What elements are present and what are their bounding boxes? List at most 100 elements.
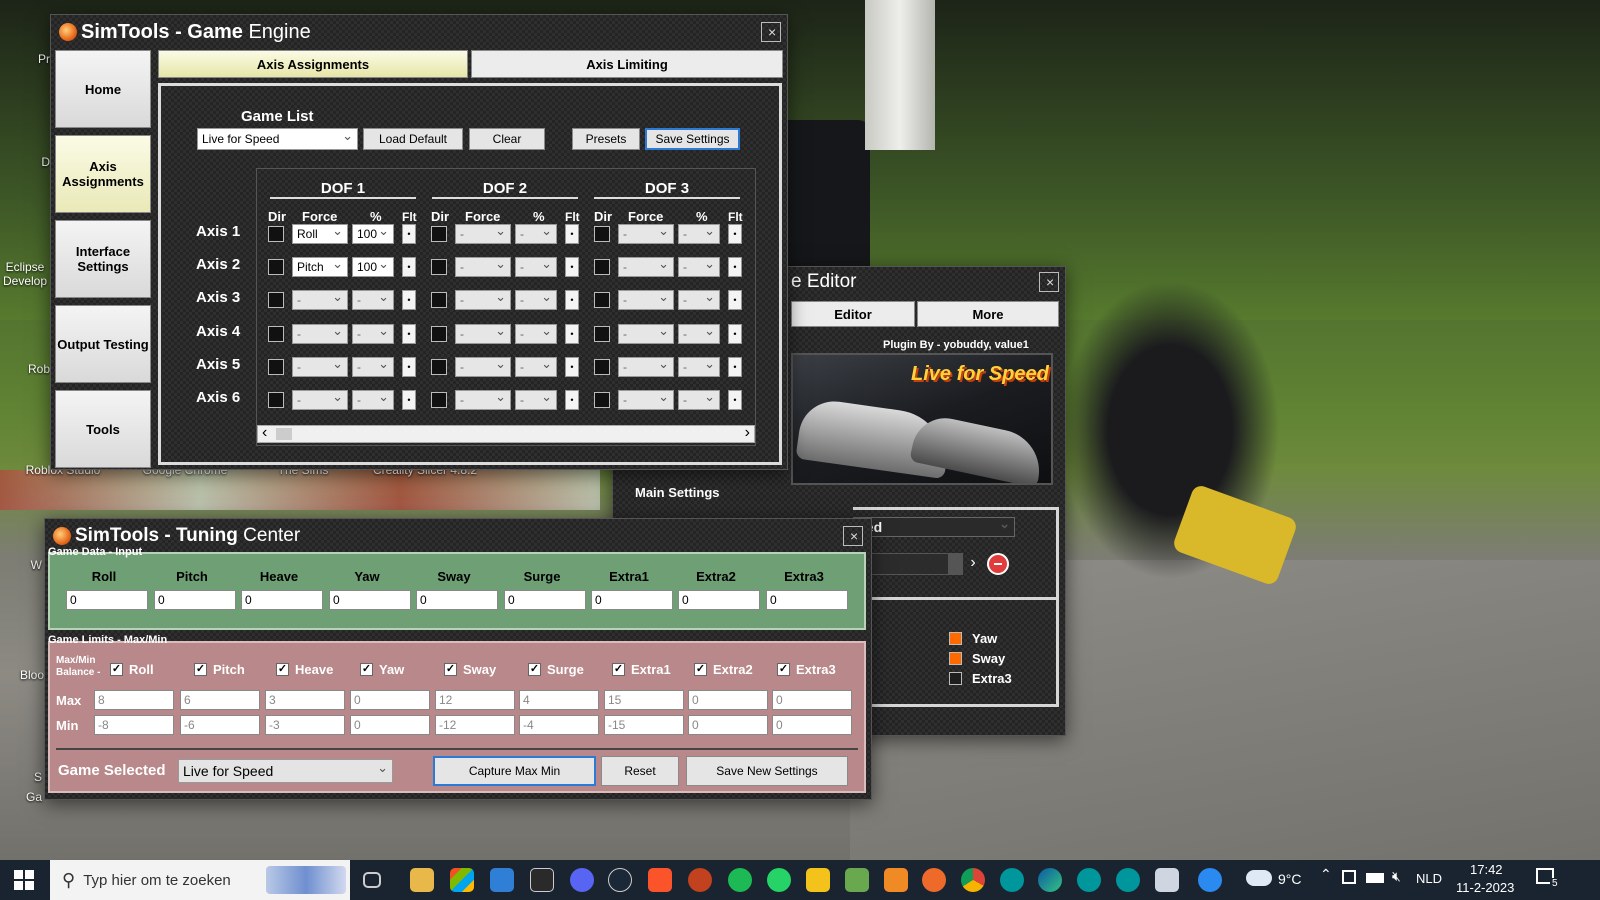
percent-select[interactable]: - <box>352 388 394 410</box>
filter-button[interactable]: • <box>728 224 742 244</box>
limit-toggle-checkbox[interactable]: ✓ Yaw <box>360 662 404 677</box>
filter-button[interactable]: • <box>728 290 742 310</box>
whatsapp-icon[interactable] <box>767 868 791 892</box>
max-limit-field[interactable]: 12 <box>435 690 515 710</box>
clear-button[interactable]: Clear <box>469 128 545 150</box>
percent-select[interactable]: - <box>515 322 557 344</box>
percent-select[interactable]: - <box>352 322 394 344</box>
direction-checkbox[interactable] <box>268 259 284 275</box>
force-select[interactable]: - <box>455 355 511 377</box>
tuning-center-close-button[interactable]: × <box>843 526 863 546</box>
limit-toggle-checkbox[interactable]: ✓ Extra3 <box>777 662 836 677</box>
filter-button[interactable]: • <box>565 324 579 344</box>
direction-checkbox[interactable] <box>594 226 610 242</box>
direction-checkbox[interactable] <box>268 292 284 308</box>
channel-input-value[interactable]: 0 <box>678 590 760 610</box>
file-explorer-icon[interactable] <box>410 868 434 892</box>
force-select[interactable]: - <box>618 255 674 277</box>
min-limit-field[interactable]: -6 <box>180 715 260 735</box>
mail-icon[interactable] <box>490 868 514 892</box>
force-select[interactable]: - <box>455 222 511 244</box>
direction-checkbox[interactable] <box>268 359 284 375</box>
save-settings-button[interactable]: Save Settings <box>645 128 740 150</box>
percent-select[interactable]: - <box>678 222 720 244</box>
percent-select[interactable]: - <box>678 388 720 410</box>
editor-stop-button[interactable] <box>987 553 1009 575</box>
taskbar-search-box[interactable]: ⚲ Typ hier om te zoeken <box>50 860 350 900</box>
channel-input-value[interactable]: 0 <box>241 590 323 610</box>
force-select[interactable]: - <box>455 388 511 410</box>
h-app-icon[interactable] <box>884 868 908 892</box>
start-button[interactable] <box>14 870 34 890</box>
direction-checkbox[interactable] <box>594 326 610 342</box>
direction-checkbox[interactable] <box>431 392 447 408</box>
filter-button[interactable]: • <box>565 257 579 277</box>
percent-select[interactable]: - <box>515 255 557 277</box>
tab-axis-assignments[interactable]: Axis Assignments <box>158 50 468 78</box>
force-select[interactable]: Pitch <box>292 255 348 277</box>
reset-button[interactable]: Reset <box>601 756 679 786</box>
filter-button[interactable]: • <box>728 390 742 410</box>
direction-checkbox[interactable] <box>268 226 284 242</box>
direction-checkbox[interactable] <box>431 326 447 342</box>
filter-button[interactable]: • <box>402 224 416 244</box>
channel-input-value[interactable]: 0 <box>766 590 848 610</box>
max-limit-field[interactable]: 0 <box>688 690 768 710</box>
force-select[interactable]: - <box>455 322 511 344</box>
direction-checkbox[interactable] <box>594 359 610 375</box>
capture-max-min-button[interactable]: Capture Max Min <box>433 756 596 786</box>
save-new-settings-button[interactable]: Save New Settings <box>686 756 848 786</box>
game-list-select[interactable]: Live for Speed <box>197 126 358 150</box>
edge-icon[interactable] <box>1038 868 1062 892</box>
scroll-left-icon[interactable]: ‹ <box>262 424 267 442</box>
spotify-icon[interactable] <box>728 868 752 892</box>
direction-checkbox[interactable] <box>431 292 447 308</box>
editor-close-button[interactable]: × <box>1039 272 1059 292</box>
filter-button[interactable]: • <box>728 357 742 377</box>
filter-button[interactable]: • <box>565 224 579 244</box>
nav-home[interactable]: Home <box>55 50 151 128</box>
editor-game-select[interactable]: eed <box>853 515 1015 537</box>
min-limit-field[interactable]: -15 <box>604 715 684 735</box>
percent-select[interactable]: - <box>352 355 394 377</box>
direction-checkbox[interactable] <box>268 326 284 342</box>
max-limit-field[interactable]: 15 <box>604 690 684 710</box>
nav-axis-assignments[interactable]: Axis Assignments <box>55 135 151 213</box>
force-select[interactable]: - <box>292 322 348 344</box>
min-limit-field[interactable]: -8 <box>94 715 174 735</box>
desktop-icon-s[interactable]: S <box>0 770 42 784</box>
tuning-center-titlebar[interactable]: SimTools - Tuning Center <box>45 519 871 553</box>
clock-date[interactable]: 11-2-2023 <box>1456 880 1514 895</box>
microsoft-store-icon[interactable] <box>450 868 474 892</box>
battery-icon[interactable] <box>1366 873 1384 883</box>
editor-tab-more[interactable]: More <box>917 301 1059 327</box>
force-select[interactable]: - <box>618 288 674 310</box>
desktop-icon-pr[interactable]: Pr <box>0 52 50 66</box>
percent-select[interactable]: - <box>678 255 720 277</box>
direction-checkbox[interactable] <box>594 292 610 308</box>
filter-button[interactable]: • <box>402 324 416 344</box>
desktop-icon-eclipse[interactable]: Eclipse Develop <box>0 260 50 288</box>
max-limit-field[interactable]: 0 <box>350 690 430 710</box>
force-select[interactable]: - <box>292 288 348 310</box>
nav-output-testing[interactable]: Output Testing <box>55 305 151 383</box>
tc-game-select[interactable]: Live for Speed <box>178 757 393 783</box>
load-default-button[interactable]: Load Default <box>363 128 463 150</box>
percent-select[interactable]: - <box>678 355 720 377</box>
weather-temp[interactable]: 9°C <box>1278 871 1302 887</box>
limit-toggle-checkbox[interactable]: ✓ Sway <box>444 662 496 677</box>
nav-tools[interactable]: Tools <box>55 390 151 468</box>
filter-button[interactable]: • <box>728 257 742 277</box>
scroll-thumb[interactable] <box>276 428 292 440</box>
filter-button[interactable]: • <box>402 390 416 410</box>
help-icon[interactable] <box>1198 868 1222 892</box>
orange-app-icon[interactable] <box>922 868 946 892</box>
channel-input-value[interactable]: 0 <box>591 590 673 610</box>
direction-checkbox[interactable] <box>594 259 610 275</box>
force-select[interactable]: - <box>292 388 348 410</box>
editor-arrow-button[interactable]: › <box>965 553 981 575</box>
presets-button[interactable]: Presets <box>572 128 640 150</box>
chevron-up-icon[interactable]: ⌃ <box>1320 866 1332 883</box>
force-select[interactable]: - <box>455 255 511 277</box>
force-select[interactable]: - <box>292 355 348 377</box>
